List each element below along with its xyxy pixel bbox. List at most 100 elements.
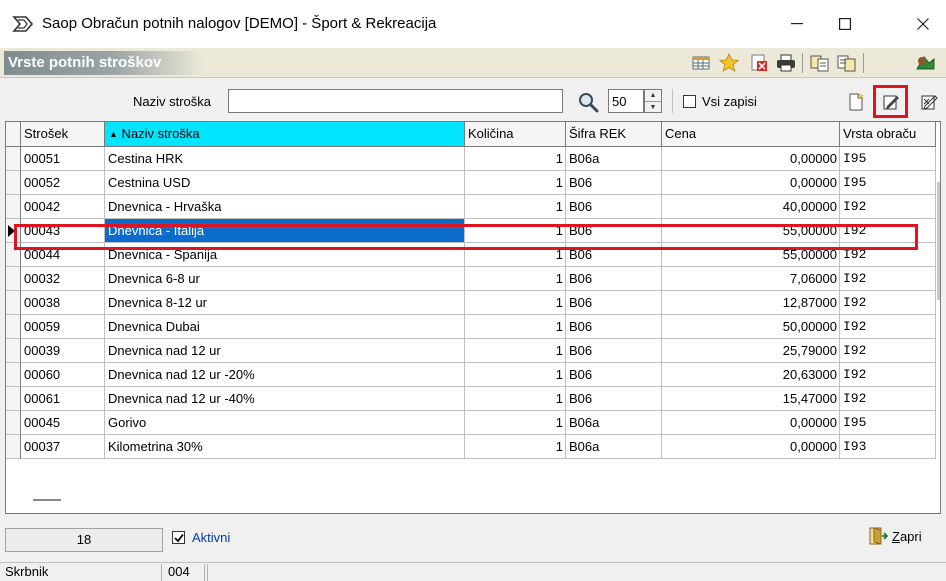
- cell-calc-type[interactable]: I95: [840, 171, 936, 195]
- cell-code[interactable]: 00051: [21, 147, 105, 171]
- row-indicator[interactable]: [6, 435, 21, 459]
- cell-quantity[interactable]: 1: [465, 291, 566, 315]
- cell-name[interactable]: Dnevnica nad 12 ur -40%: [105, 387, 465, 411]
- table-row[interactable]: 00032 Dnevnica 6-8 ur 1 B06 7,06000 I92: [6, 267, 936, 291]
- cell-name[interactable]: Cestnina USD: [105, 171, 465, 195]
- minimize-button[interactable]: [774, 0, 820, 48]
- cell-price[interactable]: 40,00000: [662, 195, 840, 219]
- cell-quantity[interactable]: 1: [465, 363, 566, 387]
- stepper-up-icon[interactable]: ▲: [645, 90, 661, 101]
- search-input[interactable]: [228, 89, 563, 113]
- search-icon[interactable]: [577, 91, 599, 113]
- cell-calc-type[interactable]: I93: [840, 435, 936, 459]
- cell-name[interactable]: Dnevnica - Hrvaška: [105, 195, 465, 219]
- cell-rek[interactable]: B06: [566, 315, 662, 339]
- copy-icon[interactable]: [809, 52, 831, 74]
- cell-price[interactable]: 50,00000: [662, 315, 840, 339]
- cell-rek[interactable]: B06a: [566, 411, 662, 435]
- new-record-icon[interactable]: [843, 89, 869, 115]
- cell-calc-type[interactable]: I92: [840, 363, 936, 387]
- table-row[interactable]: 00060 Dnevnica nad 12 ur -20% 1 B06 20,63000…: [6, 363, 936, 387]
- table-row[interactable]: 00043 Dnevnica - Italija 1 B06 55,00000 I92: [6, 219, 936, 243]
- close-window-button[interactable]: [900, 0, 946, 48]
- column-header-sifra-rek[interactable]: Šifra REK: [566, 122, 662, 147]
- row-indicator[interactable]: [6, 291, 21, 315]
- cell-price[interactable]: 55,00000: [662, 243, 840, 267]
- cell-calc-type[interactable]: I92: [840, 315, 936, 339]
- stepper-down-icon[interactable]: ▼: [645, 101, 661, 112]
- delete-icon[interactable]: [748, 52, 770, 74]
- cell-name[interactable]: Dnevnica - Italija: [105, 219, 465, 243]
- cell-quantity[interactable]: 1: [465, 147, 566, 171]
- row-indicator[interactable]: [6, 171, 21, 195]
- cell-calc-type[interactable]: I92: [840, 267, 936, 291]
- row-indicator[interactable]: [6, 339, 21, 363]
- cell-price[interactable]: 25,79000: [662, 339, 840, 363]
- cell-code[interactable]: 00059: [21, 315, 105, 339]
- cell-quantity[interactable]: 1: [465, 435, 566, 459]
- row-indicator[interactable]: [6, 195, 21, 219]
- cell-name[interactable]: Dnevnica 8-12 ur: [105, 291, 465, 315]
- active-checkbox[interactable]: [172, 531, 185, 544]
- table-row[interactable]: 00038 Dnevnica 8-12 ur 1 B06 12,87000 I92: [6, 291, 936, 315]
- all-records-checkbox[interactable]: [683, 94, 696, 108]
- row-indicator[interactable]: [6, 243, 21, 267]
- page-size-stepper[interactable]: ▲ ▼: [644, 89, 662, 113]
- vertical-scrollbar[interactable]: [936, 147, 940, 513]
- cell-code[interactable]: 00042: [21, 195, 105, 219]
- cell-calc-type[interactable]: I92: [840, 387, 936, 411]
- cell-rek[interactable]: B06: [566, 387, 662, 411]
- cell-price[interactable]: 7,06000: [662, 267, 840, 291]
- cell-code[interactable]: 00038: [21, 291, 105, 315]
- cell-name[interactable]: Gorivo: [105, 411, 465, 435]
- table-row[interactable]: 00061 Dnevnica nad 12 ur -40% 1 B06 15,47000…: [6, 387, 936, 411]
- cell-price[interactable]: 15,47000: [662, 387, 840, 411]
- cell-price[interactable]: 0,00000: [662, 147, 840, 171]
- cell-code[interactable]: 00061: [21, 387, 105, 411]
- cell-name[interactable]: Dnevnica Dubai: [105, 315, 465, 339]
- table-row[interactable]: 00052 Cestnina USD 1 B06 0,00000 I95: [6, 171, 936, 195]
- cell-code[interactable]: 00032: [21, 267, 105, 291]
- cell-calc-type[interactable]: I95: [840, 147, 936, 171]
- all-records-toggle[interactable]: Vsi zapisi: [672, 89, 757, 113]
- table-row[interactable]: 00037 Kilometrina 30% 1 B06a 0,00000 I93: [6, 435, 936, 459]
- cell-price[interactable]: 12,87000: [662, 291, 840, 315]
- maximize-button[interactable]: [822, 0, 868, 48]
- cell-price[interactable]: 55,00000: [662, 219, 840, 243]
- cell-quantity[interactable]: 1: [465, 195, 566, 219]
- cell-calc-type[interactable]: I92: [840, 339, 936, 363]
- cell-code[interactable]: 00039: [21, 339, 105, 363]
- cell-rek[interactable]: B06: [566, 243, 662, 267]
- star-icon[interactable]: [718, 52, 740, 74]
- table-row[interactable]: 00042 Dnevnica - Hrvaška 1 B06 40,00000 I92: [6, 195, 936, 219]
- column-header-vrsta[interactable]: Vrsta obraču: [840, 122, 936, 147]
- cell-name[interactable]: Dnevnica - Španija: [105, 243, 465, 267]
- cell-name[interactable]: Dnevnica nad 12 ur: [105, 339, 465, 363]
- cell-calc-type[interactable]: I95: [840, 411, 936, 435]
- page-size-input[interactable]: [608, 89, 644, 113]
- column-header-strosek[interactable]: Strošek: [21, 122, 105, 147]
- cell-quantity[interactable]: 1: [465, 219, 566, 243]
- column-header-naziv[interactable]: ▲ Naziv stroška: [105, 122, 465, 147]
- cell-calc-type[interactable]: I92: [840, 195, 936, 219]
- cell-price[interactable]: 20,63000: [662, 363, 840, 387]
- cell-code[interactable]: 00060: [21, 363, 105, 387]
- cell-rek[interactable]: B06: [566, 219, 662, 243]
- paste-icon[interactable]: [836, 52, 858, 74]
- export-icon[interactable]: [914, 52, 936, 74]
- cell-quantity[interactable]: 1: [465, 339, 566, 363]
- cell-quantity[interactable]: 1: [465, 315, 566, 339]
- cell-rek[interactable]: B06a: [566, 435, 662, 459]
- table-row[interactable]: 00051 Cestina HRK 1 B06a 0,00000 I95: [6, 147, 936, 171]
- cell-rek[interactable]: B06: [566, 291, 662, 315]
- column-header-kolicina[interactable]: Količina: [465, 122, 566, 147]
- row-indicator[interactable]: [6, 315, 21, 339]
- cell-code[interactable]: 00037: [21, 435, 105, 459]
- print-icon[interactable]: [775, 52, 797, 74]
- cell-quantity[interactable]: 1: [465, 171, 566, 195]
- row-indicator[interactable]: [6, 267, 21, 291]
- cell-code[interactable]: 00052: [21, 171, 105, 195]
- row-indicator[interactable]: [6, 219, 21, 243]
- cell-calc-type[interactable]: I92: [840, 291, 936, 315]
- row-indicator[interactable]: [6, 147, 21, 171]
